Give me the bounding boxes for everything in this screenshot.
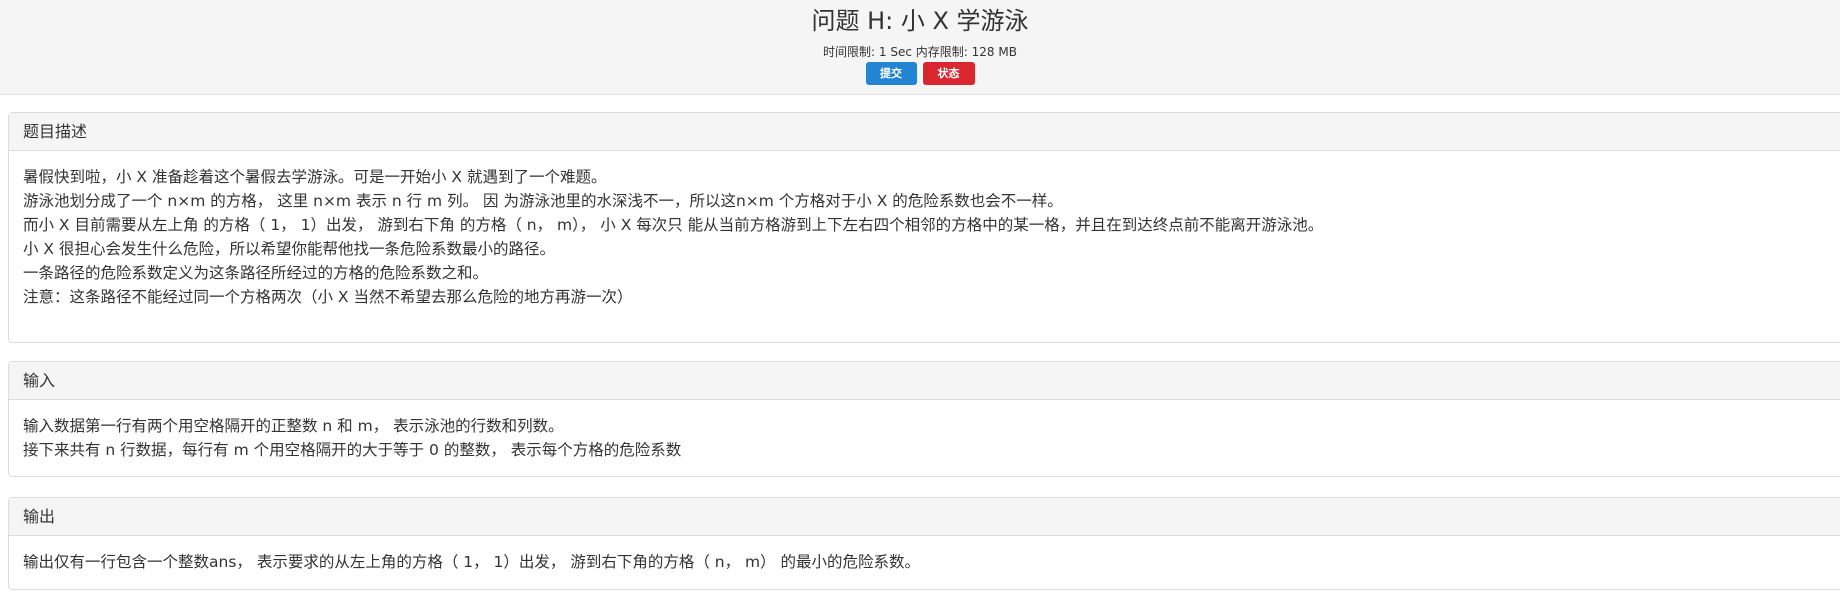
status-button[interactable]: 状态	[922, 62, 975, 85]
output-heading: 输出	[9, 498, 1840, 536]
problem-title: 问题 H: 小 X 学游泳	[811, 7, 1029, 35]
input-heading: 输入	[9, 362, 1840, 400]
output-body: 输出仅有一行包含一个整数ans， 表示要求的从左上角的方格（ 1， 1）出发， …	[9, 536, 1840, 574]
description-heading: 题目描述	[9, 113, 1840, 151]
description-line: 注意：这条路径不能经过同一个方格两次（小 X 当然不希望去那么危险的地方再游一次…	[23, 288, 633, 306]
input-panel: 输入 输入数据第一行有两个用空格隔开的正整数 n 和 m， 表示泳池的行数和列数…	[8, 361, 1840, 477]
time-memory-limits: 时间限制: 1 Sec 内存限制: 128 MB	[823, 45, 1017, 59]
description-line: 暑假快到啦，小 X 准备趁着这个暑假去学游泳。可是一开始小 X 就遇到了一个难题…	[23, 168, 607, 186]
description-line: 一条路径的危险系数定义为这条路径所经过的方格的危险系数之和。	[23, 264, 489, 282]
submit-button[interactable]: 提交	[865, 62, 917, 85]
problem-header: 问题 H: 小 X 学游泳 时间限制: 1 Sec 内存限制: 128 MB 提…	[0, 0, 1840, 95]
output-line: 输出仅有一行包含一个整数ans， 表示要求的从左上角的方格（ 1， 1）出发， …	[23, 553, 921, 571]
description-line: 而小 X 目前需要从左上角 的方格（ 1， 1）出发， 游到右下角 的方格（ n…	[23, 216, 1324, 234]
description-line: 小 X 很担心会发生什么危险，所以希望你能帮他找一条危险系数最小的路径。	[23, 240, 555, 258]
output-panel: 输出 输出仅有一行包含一个整数ans， 表示要求的从左上角的方格（ 1， 1）出…	[8, 497, 1840, 590]
input-line: 输入数据第一行有两个用空格隔开的正整数 n 和 m， 表示泳池的行数和列数。	[23, 417, 564, 435]
description-panel: 题目描述 暑假快到啦，小 X 准备趁着这个暑假去学游泳。可是一开始小 X 就遇到…	[8, 112, 1840, 343]
header-button-row: 提交 状态	[0, 62, 1840, 85]
input-line: 接下来共有 n 行数据，每行有 m 个用空格隔开的大于等于 0 的整数， 表示每…	[23, 441, 682, 459]
description-line: 游泳池划分成了一个 n×m 的方格， 这里 n×m 表示 n 行 m 列。 因 …	[23, 192, 1063, 210]
description-body: 暑假快到啦，小 X 准备趁着这个暑假去学游泳。可是一开始小 X 就遇到了一个难题…	[9, 151, 1840, 309]
input-body: 输入数据第一行有两个用空格隔开的正整数 n 和 m， 表示泳池的行数和列数。 接…	[9, 400, 1840, 462]
